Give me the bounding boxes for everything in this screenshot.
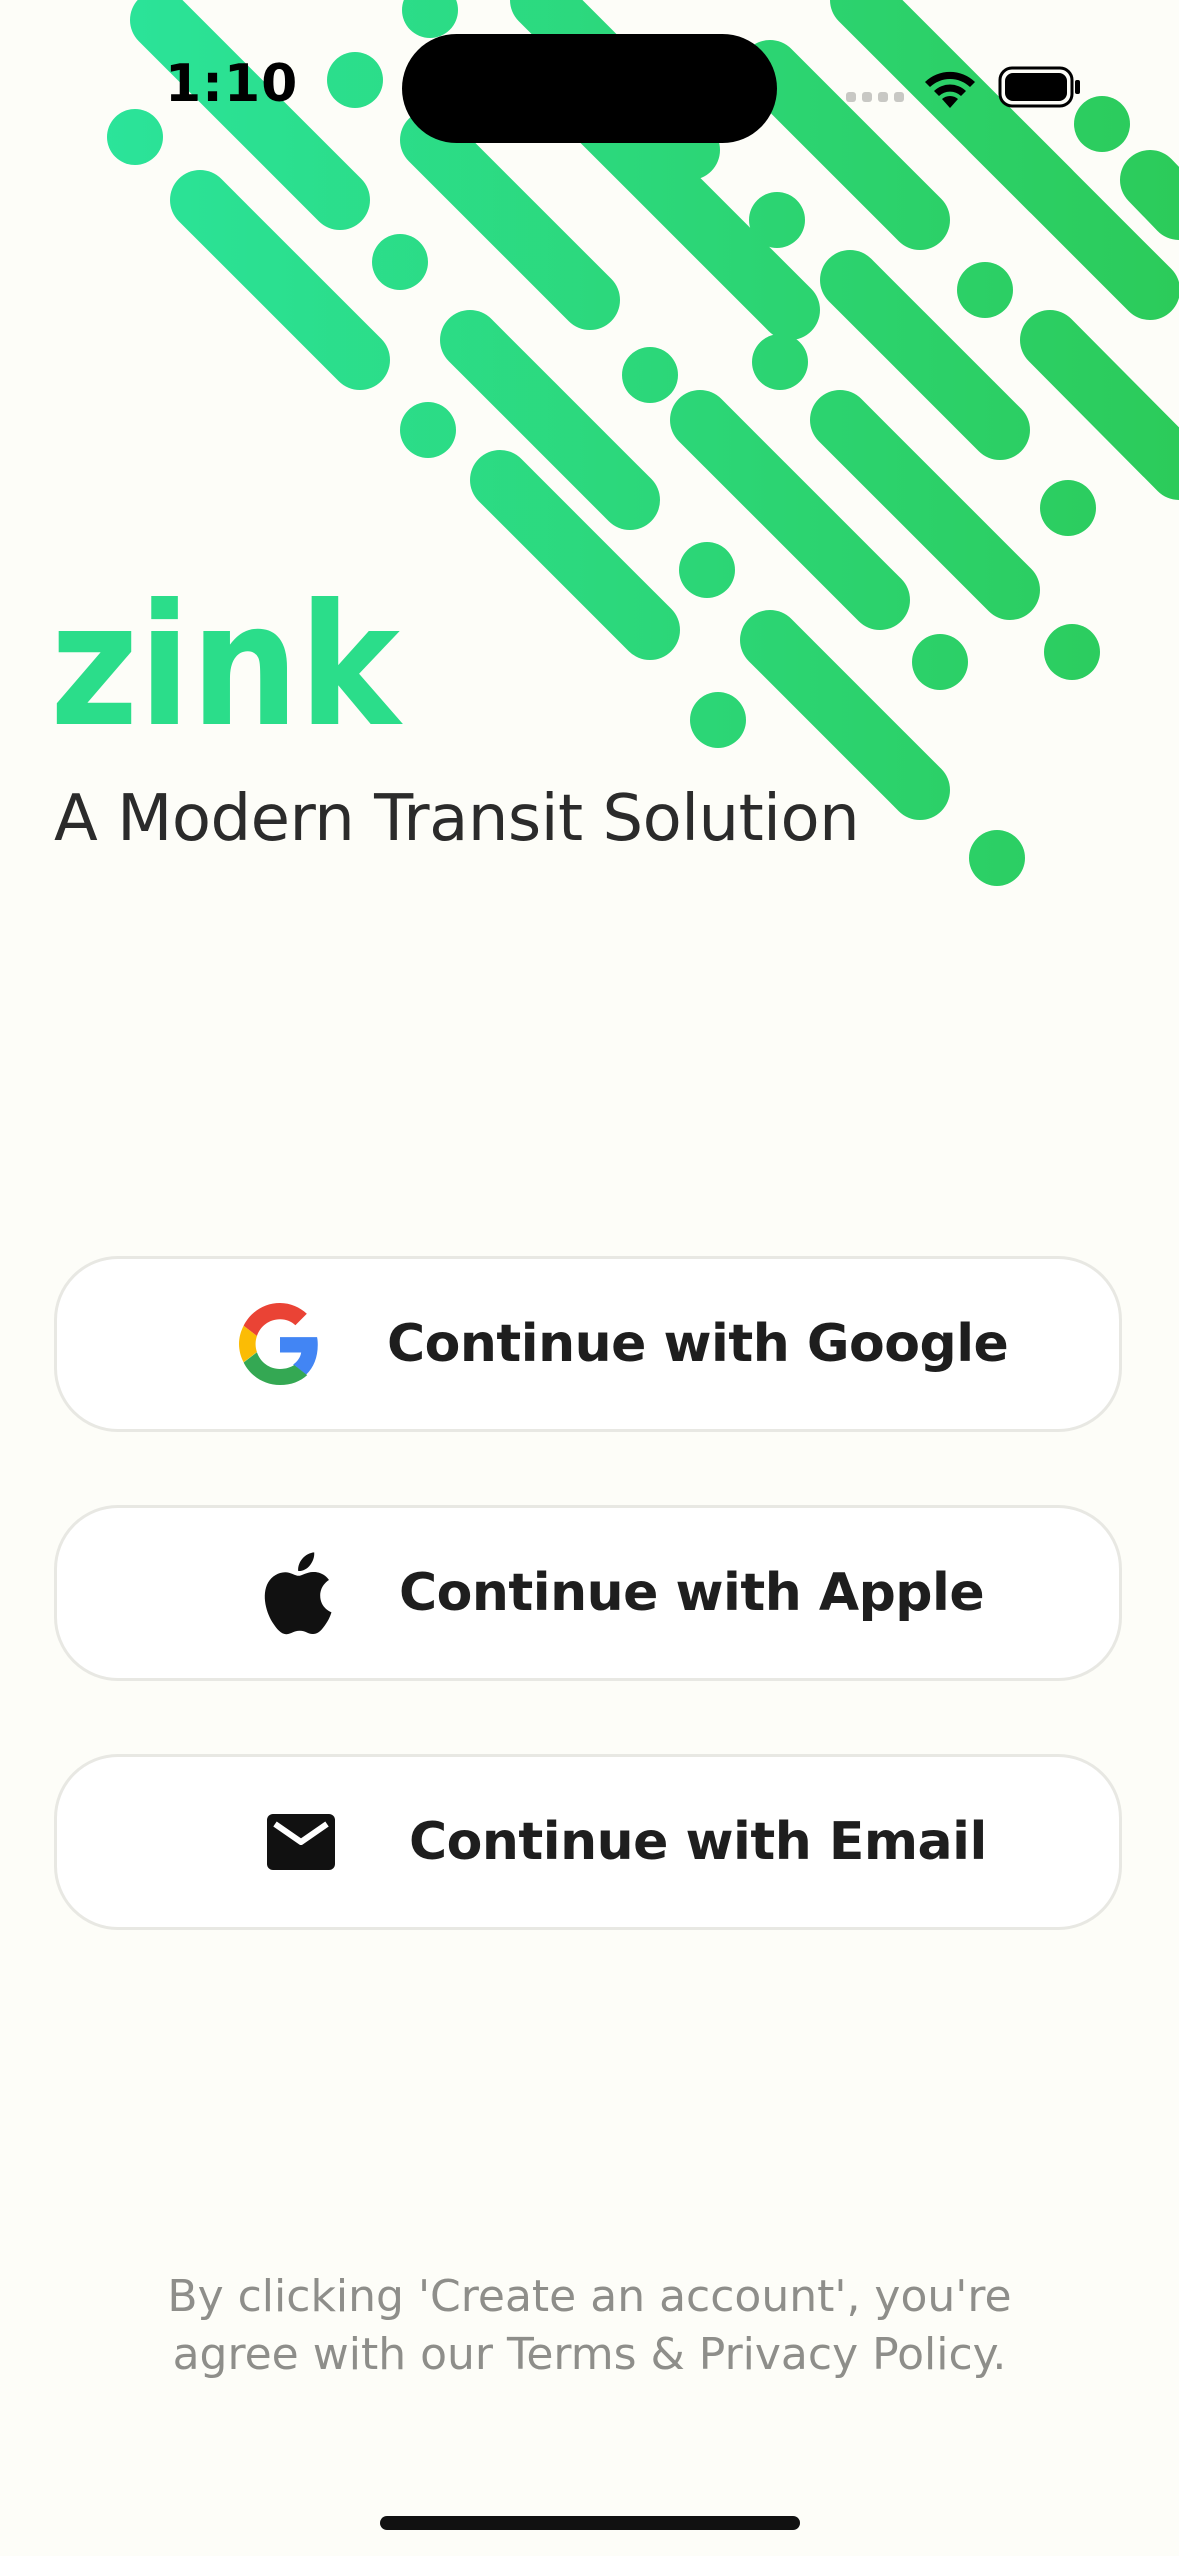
apple-icon — [264, 1552, 332, 1635]
status-time: 1:10 — [165, 54, 299, 114]
login-screen: 1:10 zink A Modern Transit Solution Cont… — [0, 0, 1179, 2556]
tagline: A Modern Transit Solution — [54, 782, 860, 856]
continue-with-google-button[interactable]: Continue with Google — [54, 1256, 1122, 1432]
battery-icon — [998, 66, 1080, 108]
home-indicator[interactable] — [380, 2516, 800, 2530]
cellular-signal-icon — [846, 92, 904, 102]
continue-with-email-button[interactable]: Continue with Email — [54, 1754, 1122, 1930]
wifi-icon — [925, 71, 975, 108]
email-button-label: Continue with Email — [409, 1812, 987, 1872]
zink-logo: zink — [50, 596, 404, 730]
continue-with-apple-button[interactable]: Continue with Apple — [54, 1505, 1122, 1681]
google-icon — [239, 1303, 318, 1385]
apple-button-label: Continue with Apple — [399, 1563, 985, 1623]
legal-notice: By clicking 'Create an account', you're … — [60, 2268, 1119, 2384]
legal-line-1: By clicking 'Create an account', you're — [167, 2271, 1012, 2322]
logo-text: zink — [50, 596, 404, 730]
mail-icon — [267, 1814, 335, 1870]
dynamic-island — [402, 34, 777, 143]
google-button-label: Continue with Google — [387, 1314, 1009, 1374]
legal-line-2[interactable]: agree with our Terms & Privacy Policy. — [60, 2326, 1119, 2384]
